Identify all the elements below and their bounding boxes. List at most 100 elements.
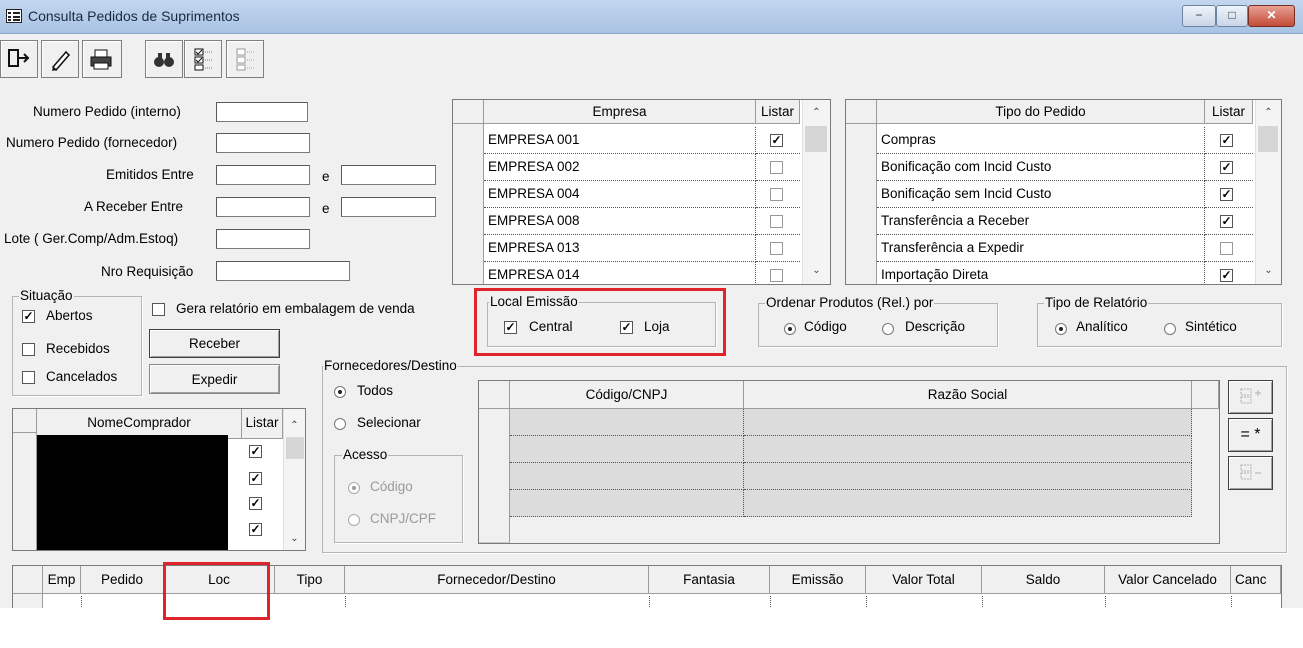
analitico-radio[interactable] xyxy=(1055,323,1067,335)
close-button[interactable]: ✕ xyxy=(1248,5,1295,27)
empresa-row-checkbox[interactable] xyxy=(770,161,783,174)
tipo-row-name[interactable]: Compras xyxy=(877,127,1205,154)
receber-from-input[interactable] xyxy=(216,197,310,217)
emp-header[interactable]: Emp xyxy=(43,566,81,594)
numero-interno-input[interactable] xyxy=(216,102,308,122)
empresa-row-checkbox[interactable] xyxy=(770,188,783,201)
empresa-row-listar[interactable] xyxy=(756,208,800,235)
scroll-thumb[interactable] xyxy=(286,437,304,459)
list-check-button[interactable] xyxy=(184,40,222,78)
tipo-row-checkbox[interactable]: ✓ xyxy=(1220,269,1233,282)
tipo-row-name[interactable]: Importação Direta xyxy=(877,262,1205,284)
tipo-col-header[interactable]: Tipo xyxy=(275,566,345,594)
minimize-button[interactable]: − xyxy=(1182,5,1216,27)
print-button[interactable] xyxy=(82,40,122,78)
emitidos-to-input[interactable] xyxy=(341,165,436,185)
receber-to-input[interactable] xyxy=(341,197,436,217)
requisicao-input[interactable] xyxy=(216,261,350,281)
tipo-row-listar[interactable]: ✓ xyxy=(1205,181,1253,208)
canc-header[interactable]: Canc xyxy=(1231,566,1281,594)
tipo-row-listar[interactable]: ✓ xyxy=(1205,262,1253,284)
empresa-row-checkbox[interactable] xyxy=(770,242,783,255)
remove-rows-button[interactable] xyxy=(1228,456,1273,490)
scroll-up-icon[interactable]: ⌃ xyxy=(1256,104,1281,122)
recebidos-checkbox[interactable] xyxy=(22,343,35,356)
fantasia-header[interactable]: Fantasia xyxy=(649,566,770,594)
exit-button[interactable] xyxy=(0,40,38,78)
lote-input[interactable] xyxy=(216,229,310,249)
tipo-row-listar[interactable]: ✓ xyxy=(1205,154,1253,181)
scroll-thumb[interactable] xyxy=(805,126,827,152)
tipo-header[interactable]: Tipo do Pedido xyxy=(877,100,1205,124)
pedido-header[interactable]: Pedido xyxy=(81,566,164,594)
empresa-row-name[interactable]: EMPRESA 004 xyxy=(484,181,756,208)
tipo-listar-header[interactable]: Listar xyxy=(1205,100,1253,124)
equals-star-button[interactable]: = * xyxy=(1228,418,1273,452)
saldo-header[interactable]: Saldo xyxy=(982,566,1105,594)
scroll-up-icon[interactable]: ⌃ xyxy=(284,417,305,435)
razao-social-header[interactable]: Razão Social xyxy=(744,381,1192,409)
scroll-thumb[interactable] xyxy=(1258,126,1278,152)
emitidos-from-input[interactable] xyxy=(216,165,310,185)
cancelados-checkbox[interactable] xyxy=(22,371,35,384)
acesso-codigo-radio[interactable] xyxy=(348,482,360,494)
sintetico-radio[interactable] xyxy=(1164,323,1176,335)
receber-button[interactable]: Receber xyxy=(149,329,280,358)
tipo-row-checkbox[interactable]: ✓ xyxy=(1220,134,1233,147)
empresa-row-listar[interactable] xyxy=(756,181,800,208)
tipo-row-name[interactable]: Bonificação sem Incid Custo xyxy=(877,181,1205,208)
tipo-row-listar[interactable]: ✓ xyxy=(1205,208,1253,235)
scroll-down-icon[interactable]: ⌄ xyxy=(1256,262,1281,280)
empresa-row-listar[interactable] xyxy=(756,154,800,181)
comprador-row-checkbox[interactable]: ✓ xyxy=(249,523,262,536)
gera-relatorio-checkbox[interactable] xyxy=(152,303,165,316)
empresa-header[interactable]: Empresa xyxy=(484,100,756,124)
tipo-row-listar[interactable] xyxy=(1205,235,1253,262)
empresa-row-name[interactable]: EMPRESA 008 xyxy=(484,208,756,235)
todos-radio[interactable] xyxy=(334,386,346,398)
comprador-row-checkbox[interactable]: ✓ xyxy=(249,472,262,485)
tipo-row-name[interactable]: Transferência a Receber xyxy=(877,208,1205,235)
scroll-down-icon[interactable]: ⌄ xyxy=(284,530,305,548)
valor-total-header[interactable]: Valor Total xyxy=(866,566,982,594)
valor-cancelado-header[interactable]: Valor Cancelado xyxy=(1105,566,1231,594)
tipo-row-checkbox[interactable]: ✓ xyxy=(1220,161,1233,174)
find-button[interactable] xyxy=(145,40,183,78)
tipo-row-checkbox[interactable]: ✓ xyxy=(1220,215,1233,228)
empresa-row-name[interactable]: EMPRESA 013 xyxy=(484,235,756,262)
abertos-checkbox[interactable]: ✓ xyxy=(22,310,35,323)
ordenar-codigo-radio[interactable] xyxy=(784,323,796,335)
add-rows-button[interactable] xyxy=(1228,380,1273,414)
comprador-row-checkbox[interactable]: ✓ xyxy=(249,497,262,510)
ordenar-descricao-radio[interactable] xyxy=(882,323,894,335)
tipo-row-checkbox[interactable] xyxy=(1220,242,1233,255)
expedir-button[interactable]: Expedir xyxy=(149,364,280,394)
empresa-row-name[interactable]: EMPRESA 002 xyxy=(484,154,756,181)
tipo-row-listar[interactable]: ✓ xyxy=(1205,127,1253,154)
comprador-row-checkbox[interactable]: ✓ xyxy=(249,445,262,458)
codigo-cnpj-header[interactable]: Código/CNPJ xyxy=(510,381,744,409)
empresa-row-checkbox[interactable] xyxy=(770,269,783,282)
selecionar-radio[interactable] xyxy=(334,418,346,430)
scroll-up-icon[interactable]: ⌃ xyxy=(803,104,830,122)
empresa-row-checkbox[interactable] xyxy=(770,215,783,228)
empresa-row-listar[interactable]: ✓ xyxy=(756,127,800,154)
empresa-row-listar[interactable] xyxy=(756,235,800,262)
empresa-row-checkbox[interactable]: ✓ xyxy=(770,134,783,147)
list-button[interactable] xyxy=(226,40,264,78)
tipo-row-checkbox[interactable]: ✓ xyxy=(1220,188,1233,201)
empresa-row-listar[interactable] xyxy=(756,262,800,284)
comprador-scrollbar[interactable]: ⌃ ⌄ xyxy=(283,409,305,550)
empresa-row-name[interactable]: EMPRESA 001 xyxy=(484,127,756,154)
scroll-down-icon[interactable]: ⌄ xyxy=(803,262,830,280)
acesso-cnpj-radio[interactable] xyxy=(348,514,360,526)
comprador-listar-header[interactable]: Listar xyxy=(242,409,283,439)
tipo-row-name[interactable]: Bonificação com Incid Custo xyxy=(877,154,1205,181)
empresa-listar-header[interactable]: Listar xyxy=(756,100,800,124)
numero-fornecedor-input[interactable] xyxy=(216,133,310,153)
empresa-scrollbar[interactable]: ⌃ ⌄ xyxy=(802,100,830,284)
fornecedor-destino-header[interactable]: Fornecedor/Destino xyxy=(345,566,649,594)
maximize-button[interactable]: □ xyxy=(1216,5,1248,27)
tipo-scrollbar[interactable]: ⌃ ⌄ xyxy=(1255,100,1281,284)
emissao-header[interactable]: Emissão xyxy=(770,566,866,594)
